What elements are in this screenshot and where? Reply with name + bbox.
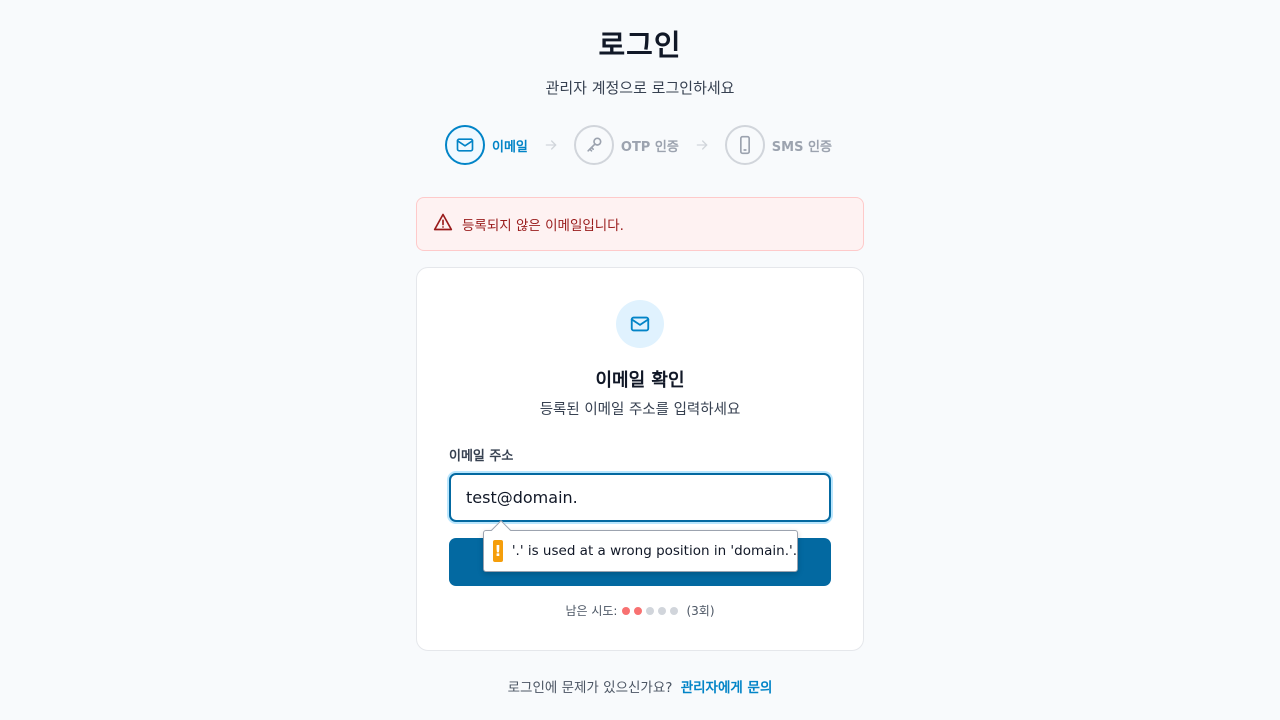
email-field-label: 이메일 주소 bbox=[449, 449, 514, 464]
page-title: 로그인 bbox=[598, 28, 682, 62]
page-subtitle: 관리자 계정으로 로그인하세요 bbox=[545, 79, 735, 97]
remaining-attempts: 남은 시도: (3회) bbox=[417, 602, 863, 619]
attempts-label: 남은 시도: bbox=[565, 604, 618, 618]
step-email: 이메일 bbox=[445, 125, 528, 165]
key-icon bbox=[573, 125, 614, 165]
warning-triangle-icon bbox=[433, 212, 453, 236]
attempt-dot-remaining bbox=[646, 606, 655, 615]
attempt-dot-remaining bbox=[670, 606, 679, 615]
validation-tooltip: ! '.' is used at a wrong position in 'do… bbox=[483, 520, 798, 572]
email-field[interactable] bbox=[449, 473, 831, 522]
mail-icon bbox=[445, 125, 485, 165]
footer: 로그인에 문제가 있으신가요? 관리자에게 문의 bbox=[0, 676, 1280, 696]
step-sms: SMS 인증 bbox=[724, 125, 832, 165]
attempt-dots bbox=[622, 606, 682, 615]
mail-icon bbox=[616, 300, 664, 348]
tooltip-message: '.' is used at a wrong position in 'doma… bbox=[511, 543, 797, 559]
card-title: 이메일 확인 bbox=[595, 370, 685, 391]
step-label: 이메일 bbox=[492, 139, 528, 155]
footer-text: 로그인에 문제가 있으신가요? bbox=[507, 680, 673, 696]
contact-admin-link[interactable]: 관리자에게 문의 bbox=[681, 680, 773, 696]
login-steps: 이메일 OTP 인증 SMS 인증 bbox=[445, 125, 832, 165]
step-otp: OTP 인증 bbox=[573, 125, 679, 165]
arrow-right-icon bbox=[543, 137, 559, 153]
smartphone-icon bbox=[724, 125, 765, 165]
attempts-count: (3회) bbox=[686, 604, 715, 618]
alert-message: 등록되지 않은 이메일입니다. bbox=[462, 218, 624, 234]
step-label: OTP 인증 bbox=[620, 139, 679, 155]
page-header: 로그인 관리자 계정으로 로그인하세요 bbox=[0, 22, 1280, 98]
attempt-dot-remaining bbox=[658, 606, 667, 615]
login-card: 이메일 확인 등록된 이메일 주소를 입력하세요 이메일 주소 남은 시도: (… bbox=[416, 267, 864, 651]
error-alert: 등록되지 않은 이메일입니다. bbox=[416, 197, 864, 251]
card-description: 등록된 이메일 주소를 입력하세요 bbox=[539, 402, 741, 418]
arrow-right-icon bbox=[694, 137, 710, 153]
attempt-dot-used bbox=[634, 606, 643, 615]
exclamation-icon: ! bbox=[493, 540, 503, 562]
step-label: SMS 인증 bbox=[771, 139, 832, 155]
attempt-dot-used bbox=[622, 606, 631, 615]
